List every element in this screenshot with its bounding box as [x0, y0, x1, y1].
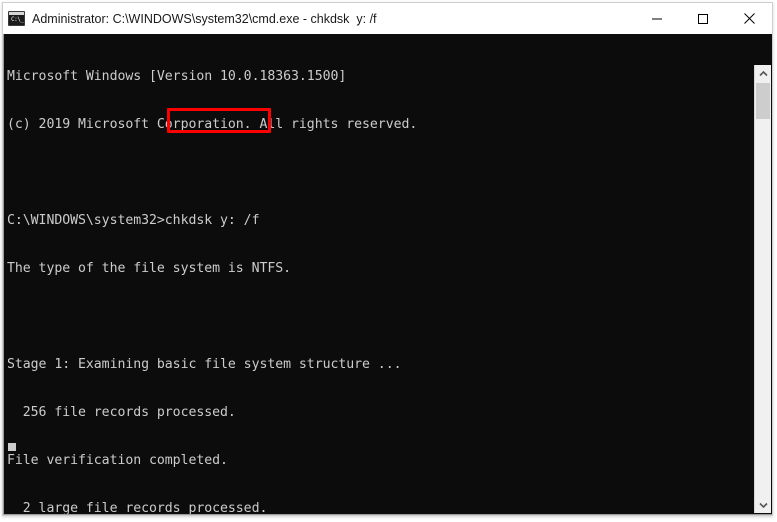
close-icon: [743, 13, 755, 24]
console-line: Stage 1: Examining basic file system str…: [7, 357, 402, 372]
console-line: 2 large file records processed.: [7, 501, 268, 515]
cmd-console-icon: C:\_: [8, 11, 25, 26]
console-line: Microsoft Windows [Version 10.0.18363.15…: [7, 69, 347, 84]
title-bar[interactable]: C:\_ Administrator: C:\WINDOWS\system32\…: [3, 3, 772, 34]
cmd-window: C:\_ Administrator: C:\WINDOWS\system32\…: [2, 2, 773, 516]
icon-title-strip: [9, 12, 24, 15]
console-line: File verification completed.: [7, 453, 228, 468]
scroll-up-button[interactable]: [755, 65, 771, 82]
scrollbar-thumb[interactable]: [756, 83, 770, 119]
text-cursor: [8, 443, 16, 451]
maximize-button[interactable]: [680, 3, 726, 34]
icon-prompt-text: C:\_: [11, 16, 24, 23]
console-line: The type of the file system is NTFS.: [7, 261, 292, 276]
console-line: 256 file records processed.: [7, 405, 236, 420]
console-text: Microsoft Windows [Version 10.0.18363.15…: [7, 37, 750, 515]
maximize-icon: [698, 13, 708, 24]
vertical-scrollbar[interactable]: [754, 65, 771, 513]
close-button[interactable]: [726, 3, 772, 34]
minimize-button[interactable]: [634, 3, 680, 34]
chevron-up-icon: [758, 70, 768, 76]
scroll-down-button[interactable]: [755, 496, 771, 513]
screen-root: C:\_ Administrator: C:\WINDOWS\system32\…: [0, 0, 777, 522]
window-controls: [634, 3, 772, 34]
console-line: (c) 2019 Microsoft Corporation. All righ…: [7, 117, 418, 132]
minimize-icon: [652, 18, 662, 19]
console-output-area[interactable]: Microsoft Windows [Version 10.0.18363.15…: [3, 34, 772, 515]
chevron-down-icon: [758, 502, 768, 508]
window-title: Administrator: C:\WINDOWS\system32\cmd.e…: [32, 11, 377, 26]
console-line-command: C:\WINDOWS\system32>chkdsk y: /f: [7, 213, 260, 228]
